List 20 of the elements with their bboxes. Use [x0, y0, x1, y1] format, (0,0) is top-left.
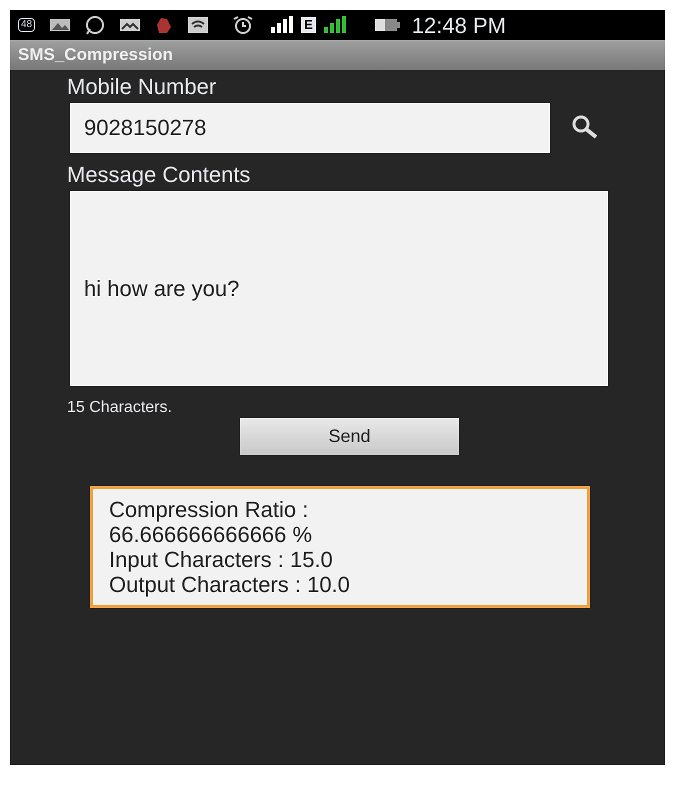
status-time: 12:48 PM [412, 12, 506, 40]
signal-icon [269, 15, 296, 35]
status-badge: 48 [18, 18, 36, 32]
signal-icon [322, 15, 348, 35]
result-line: Input Characters : 15.0 [109, 547, 334, 572]
battery-icon [374, 17, 402, 33]
character-count: 15 Characters. [67, 398, 173, 418]
result-line: Output Characters : 10.0 [109, 572, 351, 597]
app-title: SMS_Compression [18, 44, 173, 66]
field-label: Mobile Number [67, 73, 218, 101]
network-type: E [301, 17, 316, 33]
send-button[interactable]: Send [240, 418, 459, 455]
alarm-clock-icon [231, 15, 256, 35]
mobile-number-field[interactable]: 9028150278 [70, 103, 550, 153]
wifi-icon [187, 16, 210, 34]
field-label: Message Contents [67, 161, 252, 189]
result-line: Compression Ratio : [109, 497, 310, 522]
message-field[interactable]: hi how are you? [70, 191, 608, 386]
image-icon [49, 17, 72, 33]
result-line: 66.666666666666 % [109, 522, 314, 547]
